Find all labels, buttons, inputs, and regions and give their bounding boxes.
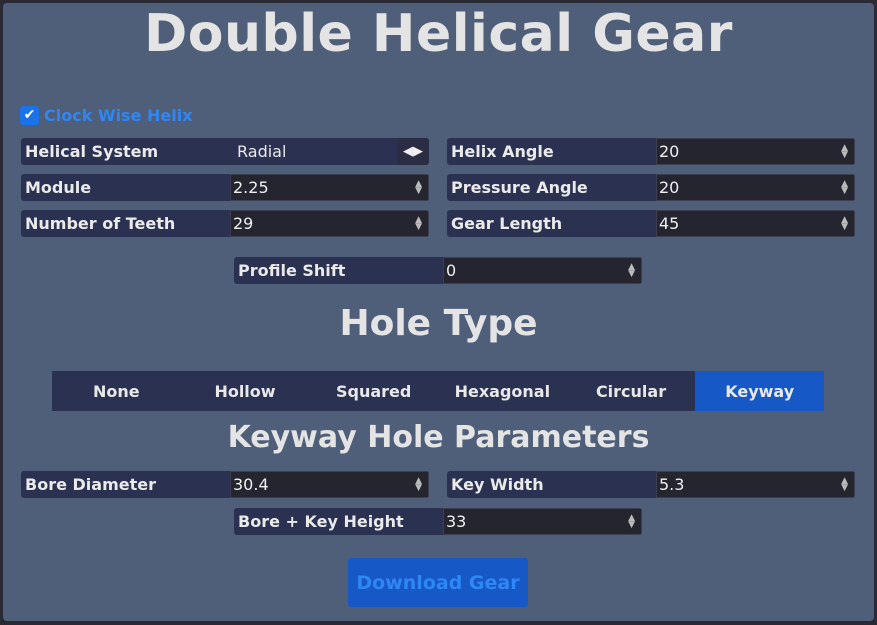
bore-key-height-label: Bore + Key Height [234,508,443,535]
module-value: 2.25 [233,178,269,197]
module-input[interactable]: 2.25 ▲ ▼ [230,174,429,201]
helix-angle-input[interactable]: 20 ▲ ▼ [656,138,855,165]
profile-shift-input[interactable]: 0 ▲ ▼ [443,257,642,284]
helical-system-field: Helical System Radial ◀▶ [21,138,429,165]
spinner-icon[interactable]: ▲ ▼ [841,179,848,195]
tab-hollow[interactable]: Hollow [181,371,310,411]
key-width-label: Key Width [447,471,656,498]
number-of-teeth-input[interactable]: 29 ▲ ▼ [230,210,429,237]
key-width-field: Key Width 5.3 ▲ ▼ [447,471,855,498]
spinner-icon[interactable]: ▲ ▼ [841,215,848,231]
helical-system-select[interactable]: Radial ◀▶ [233,138,429,165]
tab-hexagonal[interactable]: Hexagonal [438,371,567,411]
pressure-angle-field: Pressure Angle 20 ▲ ▼ [447,174,855,201]
gear-length-input[interactable]: 45 ▲ ▼ [656,210,855,237]
pressure-angle-input[interactable]: 20 ▲ ▼ [656,174,855,201]
clockwise-helix-checkbox[interactable]: ✔ Clock Wise Helix [20,104,193,126]
gear-length-value: 45 [659,214,680,233]
spinner-icon[interactable]: ▲ ▼ [628,262,635,278]
helical-system-label: Helical System [21,138,233,165]
helix-angle-field: Helix Angle 20 ▲ ▼ [447,138,855,165]
download-gear-button[interactable]: Download Gear [348,558,528,607]
checkmark-icon[interactable]: ✔ [20,105,39,125]
spinner-icon[interactable]: ▲ ▼ [841,143,848,159]
helical-system-value: Radial [237,142,287,161]
bore-key-height-input[interactable]: 33 ▲ ▼ [443,508,642,535]
clockwise-helix-label[interactable]: Clock Wise Helix [44,106,193,125]
module-label: Module [21,174,230,201]
spinner-icon[interactable]: ▲ ▼ [628,513,635,529]
tab-squared[interactable]: Squared [309,371,438,411]
profile-shift-label: Profile Shift [234,257,443,284]
spinner-icon[interactable]: ▲ ▼ [415,179,422,195]
bore-key-height-field: Bore + Key Height 33 ▲ ▼ [234,508,642,535]
spinner-icon[interactable]: ▲ ▼ [841,476,848,492]
bore-diameter-input[interactable]: 30.4 ▲ ▼ [230,471,429,498]
tab-keyway[interactable]: Keyway [695,371,825,411]
hole-type-heading: Hole Type [339,303,538,344]
bore-diameter-field: Bore Diameter 30.4 ▲ ▼ [21,471,429,498]
number-of-teeth-label: Number of Teeth [21,210,230,237]
gear-length-label: Gear Length [447,210,656,237]
keyway-parameters-heading: Keyway Hole Parameters [227,420,650,455]
bore-diameter-value: 30.4 [233,475,269,494]
hole-type-tabs: None Hollow Squared Hexagonal Circular K… [52,371,825,411]
tab-circular[interactable]: Circular [567,371,696,411]
number-of-teeth-value: 29 [233,214,254,233]
spinner-icon[interactable]: ▲ ▼ [415,215,422,231]
module-field: Module 2.25 ▲ ▼ [21,174,429,201]
bore-key-height-value: 33 [446,512,467,531]
key-width-value: 5.3 [659,475,685,494]
tab-none[interactable]: None [52,371,181,411]
profile-shift-field: Profile Shift 0 ▲ ▼ [234,257,642,284]
helix-angle-value: 20 [659,142,680,161]
bore-diameter-label: Bore Diameter [21,471,230,498]
page-title: Double Helical Gear [144,4,733,64]
helix-angle-label: Helix Angle [447,138,656,165]
select-arrows-icon[interactable]: ◀▶ [397,138,429,165]
profile-shift-value: 0 [446,261,457,280]
spinner-icon[interactable]: ▲ ▼ [415,476,422,492]
gear-length-field: Gear Length 45 ▲ ▼ [447,210,855,237]
number-of-teeth-field: Number of Teeth 29 ▲ ▼ [21,210,429,237]
key-width-input[interactable]: 5.3 ▲ ▼ [656,471,855,498]
pressure-angle-value: 20 [659,178,680,197]
pressure-angle-label: Pressure Angle [447,174,656,201]
